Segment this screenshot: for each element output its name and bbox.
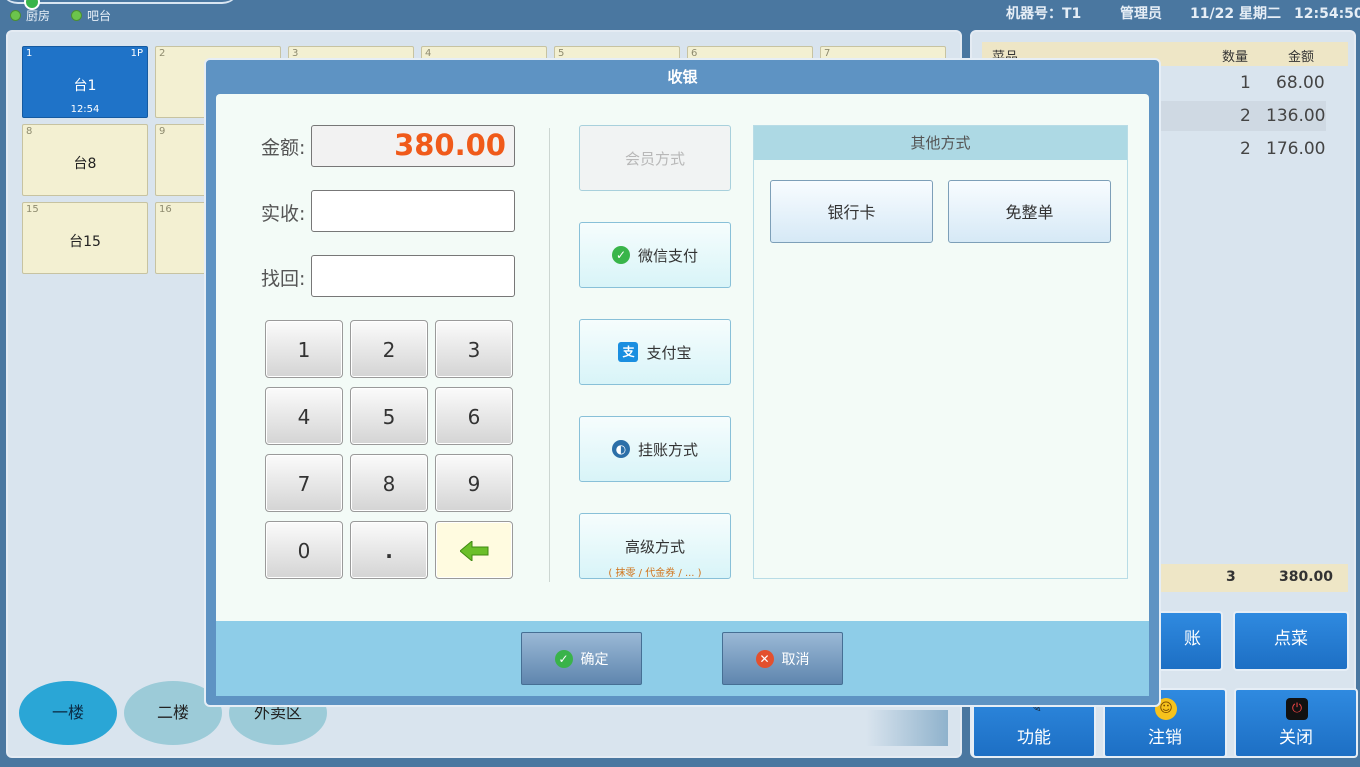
credit-account-button[interactable]: ◐ 挂账方式: [579, 416, 731, 482]
wechat-pay-label: 微信支付: [637, 246, 698, 265]
credit-account-label: 挂账方式: [637, 440, 698, 459]
advanced-payment-label: 高级方式: [624, 538, 685, 556]
table-name: 台8: [73, 156, 97, 172]
received-label: 实收:: [261, 203, 306, 225]
key-4[interactable]: 4: [265, 387, 343, 445]
machine-id: 机器号：T1: [1006, 6, 1082, 22]
key-9[interactable]: 9: [435, 454, 513, 512]
free-order-button[interactable]: 免整单: [948, 180, 1111, 243]
confirm-button[interactable]: ✓ 确定: [521, 632, 642, 685]
key-0[interactable]: 0: [265, 521, 343, 579]
table-tile-1[interactable]: 1 1P 台1 12:54: [22, 46, 148, 118]
bar-status-icon: [71, 10, 82, 21]
order-dish-label: 点菜: [1274, 629, 1308, 649]
wechat-icon: ✓: [611, 246, 630, 264]
row-amount: 68.00: [1276, 73, 1325, 93]
floor-scroll-handle[interactable]: [866, 710, 948, 746]
advanced-payment-button[interactable]: 高级方式 ( 抹零 / 代金券 / ... ): [579, 513, 731, 579]
alipay-icon: 支: [618, 342, 639, 362]
cancel-label: 取消: [781, 651, 810, 668]
current-user: 管理员: [1120, 6, 1162, 22]
row-qty: 2: [1240, 106, 1251, 126]
check-icon: ✓: [554, 649, 573, 668]
dialog-title: 收银: [667, 68, 698, 86]
row-qty: 2: [1240, 139, 1251, 159]
col-qty: 数量: [1222, 50, 1249, 65]
table-tile-15[interactable]: 15 台15: [22, 202, 148, 274]
table-number: 1: [26, 48, 33, 59]
change-field: [311, 255, 515, 297]
table-number: 16: [159, 204, 172, 215]
row-qty: 1: [1240, 73, 1251, 93]
alipay-label: 支付宝: [646, 343, 692, 362]
table-number: 2: [159, 48, 166, 59]
table-name: 台15: [69, 234, 101, 250]
close-label: 关闭: [1279, 728, 1313, 748]
current-date: 11/22 星期二: [1190, 6, 1281, 22]
wechat-pay-button[interactable]: ✓ 微信支付: [579, 222, 731, 288]
backspace-key[interactable]: [435, 521, 513, 579]
key-5[interactable]: 5: [350, 387, 428, 445]
bank-card-button[interactable]: 银行卡: [770, 180, 933, 243]
key-7[interactable]: 7: [265, 454, 343, 512]
table-people: 1P: [130, 48, 143, 59]
member-payment-label: 会员方式: [624, 149, 685, 168]
globe-icon: ◐: [611, 440, 630, 458]
cancel-button[interactable]: ✕ 取消: [722, 632, 843, 685]
order-dish-button[interactable]: 点菜: [1233, 611, 1349, 671]
table-open-time: 12:54: [70, 104, 100, 115]
total-qty: 3: [1226, 569, 1236, 585]
table-name: 台1: [73, 78, 97, 94]
amount-field: 380.00: [311, 125, 515, 167]
confirm-label: 确定: [580, 651, 609, 668]
power-icon: ⏻: [1286, 698, 1308, 720]
advanced-payment-sub: ( 抹零 / 代金券 / ... ): [608, 568, 702, 579]
key-3[interactable]: 3: [435, 320, 513, 378]
current-time: 12:54:50: [1294, 6, 1360, 22]
col-amount: 金额: [1288, 50, 1315, 65]
close-button[interactable]: ⏻ 关闭: [1234, 688, 1358, 758]
member-payment-button[interactable]: 会员方式: [579, 125, 731, 191]
key-2[interactable]: 2: [350, 320, 428, 378]
dialog-divider: [549, 128, 550, 582]
key-dot[interactable]: .: [350, 521, 428, 579]
table-number: 15: [26, 204, 39, 215]
table-tile-8[interactable]: 8 台8: [22, 124, 148, 196]
total-amount: 380.00: [1279, 569, 1334, 585]
other-methods-title: 其他方式: [754, 126, 1127, 160]
alipay-button[interactable]: 支 支付宝: [579, 319, 731, 385]
dialog-footer: [216, 621, 1149, 696]
key-6[interactable]: 6: [435, 387, 513, 445]
change-label: 找回:: [261, 268, 306, 290]
logout-label: 注销: [1148, 728, 1182, 748]
kitchen-status-icon: [10, 10, 21, 21]
row-amount: 136.00: [1266, 106, 1326, 126]
key-8[interactable]: 8: [350, 454, 428, 512]
table-number: 9: [159, 126, 166, 137]
table-number: 8: [26, 126, 33, 137]
back-arrow-icon: [460, 541, 489, 561]
close-icon: ✕: [755, 649, 774, 668]
function-label: 功能: [1017, 728, 1051, 748]
row-amount: 176.00: [1266, 139, 1326, 159]
amount-label: 金额:: [261, 137, 306, 159]
legend-bar-label: 吧台: [87, 9, 112, 23]
key-1[interactable]: 1: [265, 320, 343, 378]
amount-value: 380.00: [394, 128, 506, 162]
legend-kitchen-label: 厨房: [26, 9, 51, 23]
received-input[interactable]: [311, 190, 515, 232]
floor-tab-1[interactable]: 一楼: [19, 681, 117, 745]
